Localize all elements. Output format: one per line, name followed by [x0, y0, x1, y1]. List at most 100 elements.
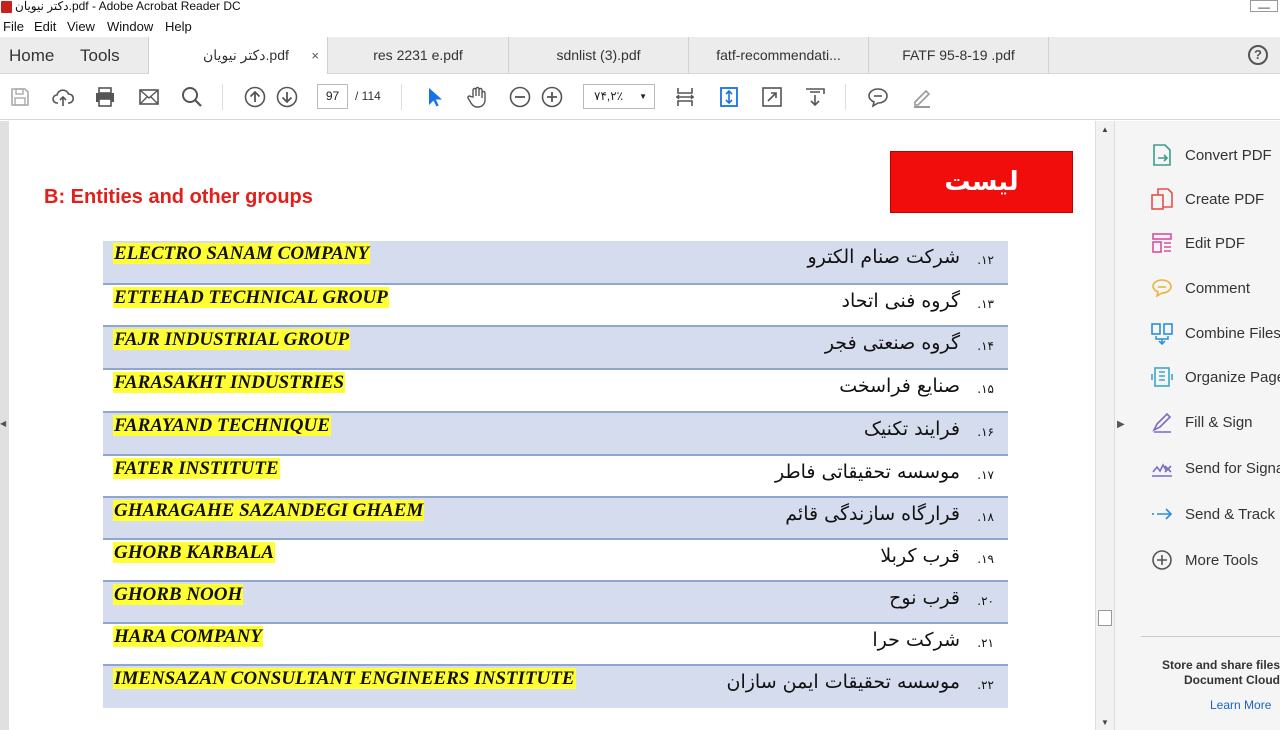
tab-fatf[interactable]: FATF 95-8-19 .pdf: [869, 37, 1049, 74]
tab-document-active[interactable]: دکتر نیویان.pdf ×: [148, 37, 328, 75]
send-signature-icon: [1151, 456, 1173, 480]
print-icon[interactable]: [93, 85, 117, 109]
tools-tab[interactable]: Tools: [80, 46, 120, 66]
row-number: ۱۲.: [977, 253, 994, 267]
table-row: FARASAKHT INDUSTRIES صنایع فراسخت ۱۵.: [103, 370, 1008, 413]
menu-view[interactable]: View: [67, 19, 95, 34]
entity-name-en: GHORB NOOH: [113, 584, 244, 605]
tab-res2231[interactable]: res 2231 e.pdf: [328, 37, 509, 74]
section-title: B: Entities and other groups: [44, 186, 313, 208]
toolbar-separator: [845, 84, 846, 110]
menu-help[interactable]: Help: [165, 19, 192, 34]
table-row: ETTEHAD TECHNICAL GROUP گروه فنی اتحاد ۱…: [103, 285, 1008, 327]
close-tab-icon[interactable]: ×: [311, 37, 319, 74]
row-number: ۱۶.: [977, 425, 994, 439]
menu-window[interactable]: Window: [107, 19, 153, 34]
combine-files-tool[interactable]: Combine Files: [1151, 319, 1280, 349]
tool-label: Combine Files: [1185, 325, 1280, 342]
convert-pdf-tool[interactable]: Convert PDF: [1151, 141, 1280, 171]
edit-pdf-tool[interactable]: Edit PDF: [1151, 229, 1280, 259]
toolbar-separator: [222, 84, 223, 110]
tab-sdnlist[interactable]: sdnlist (3).pdf: [509, 37, 689, 74]
email-icon[interactable]: [137, 85, 161, 109]
sanctions-list-banner: لیست تحریمی ۲۲۳۱: [890, 151, 1073, 257]
organize-pages-tool[interactable]: Organize Pages: [1151, 363, 1280, 393]
entity-name-fa: صنایع فراسخت: [839, 375, 960, 397]
save-icon[interactable]: [8, 85, 32, 109]
row-number: ۱۷.: [977, 468, 994, 482]
entity-name-fa: شرکت صنام الکترو: [807, 246, 960, 268]
tab-fatf-recommendations[interactable]: fatf-recommendati...: [689, 37, 869, 74]
row-number: ۲۱.: [977, 636, 994, 650]
send-track-icon: [1151, 502, 1173, 526]
full-screen-icon[interactable]: [760, 85, 784, 109]
left-panel-toggle-icon[interactable]: ◀: [0, 419, 6, 428]
table-row: GHORB KARBALA قرب کربلا ۱۹.: [103, 540, 1008, 582]
table-row: FAJR INDUSTRIAL GROUP گروه صنعتی فجر ۱۴.: [103, 327, 1008, 370]
tab-bar: Home Tools دکتر نیویان.pdf × res 2231 e.…: [0, 37, 1280, 75]
fill-sign-tool[interactable]: Fill & Sign: [1151, 408, 1280, 438]
row-number: ۱۸.: [977, 510, 994, 524]
cloud-line-2: Document Cloud: [1184, 673, 1280, 687]
entity-name-fa: قرارگاه سازندگی قائم: [785, 503, 960, 525]
tool-label: Comment: [1185, 280, 1251, 297]
entity-name-en: ETTEHAD TECHNICAL GROUP: [113, 287, 389, 308]
right-panel-collapse[interactable]: ▶: [1114, 121, 1126, 730]
entity-name-en: GHORB KARBALA: [113, 542, 275, 563]
select-cursor-icon[interactable]: [422, 85, 446, 109]
home-tab[interactable]: Home: [9, 46, 54, 66]
scroll-down-icon[interactable]: ▼: [1101, 718, 1109, 727]
read-mode-icon[interactable]: [803, 85, 827, 109]
scrollbar-thumb[interactable]: [1098, 610, 1112, 626]
menu-file[interactable]: File: [3, 19, 24, 34]
entity-name-en: IMENSAZAN CONSULTANT ENGINEERS INSTITUTE: [113, 668, 576, 689]
send-track-tool[interactable]: Send & Track: [1151, 500, 1280, 530]
entity-name-en: FATER INSTITUTE: [113, 458, 280, 479]
table-row: HARA COMPANY شرکت حرا ۲۱.: [103, 624, 1008, 666]
convert-pdf-icon: [1151, 143, 1173, 167]
comment-tool[interactable]: Comment: [1151, 274, 1280, 304]
zoom-out-icon[interactable]: [508, 85, 532, 109]
next-page-icon[interactable]: [275, 85, 299, 109]
chevron-right-icon: ▶: [1117, 419, 1125, 430]
tool-label: Create PDF: [1185, 191, 1265, 208]
entity-name-fa: گروه فنی اتحاد: [841, 290, 960, 312]
fit-page-icon[interactable]: [673, 85, 697, 109]
previous-page-icon[interactable]: [243, 85, 267, 109]
page-total: / 114: [355, 89, 381, 103]
tool-label: Edit PDF: [1185, 235, 1246, 252]
tool-label: More Tools: [1185, 552, 1259, 569]
scroll-up-icon[interactable]: ▲: [1101, 125, 1109, 134]
highlight-pen-icon[interactable]: [910, 85, 934, 109]
help-icon[interactable]: ?: [1248, 45, 1268, 65]
vertical-scrollbar[interactable]: ▲ ▼: [1095, 121, 1114, 730]
row-number: ۲۰.: [977, 594, 994, 608]
combine-files-icon: [1151, 321, 1173, 346]
document-cloud-promo: Store and share files Document Cloud: [1126, 658, 1280, 688]
search-icon[interactable]: [180, 85, 204, 109]
entity-name-fa: موسسه تحقیقاتی فاطر: [774, 461, 960, 483]
zoom-select[interactable]: ۷۴,۲٪ ▼: [583, 84, 655, 109]
entity-name-fa: موسسه تحقیقات ایمن سازان: [726, 671, 960, 693]
title-bar: دکتر نیویان.pdf - Adobe Acrobat Reader D…: [0, 0, 1280, 15]
learn-more-link[interactable]: Learn More: [1210, 698, 1271, 712]
entity-name-fa: گروه صنعتی فجر: [824, 332, 960, 354]
scroll-mode-icon[interactable]: [717, 85, 741, 109]
zoom-in-icon[interactable]: [540, 85, 564, 109]
table-row: IMENSAZAN CONSULTANT ENGINEERS INSTITUTE…: [103, 666, 1008, 708]
menu-edit[interactable]: Edit: [34, 19, 56, 34]
edit-pdf-icon: [1151, 231, 1173, 255]
entity-name-fa: قرب کربلا: [880, 545, 960, 567]
more-tools-button[interactable]: More Tools: [1151, 546, 1280, 576]
create-pdf-tool[interactable]: Create PDF: [1151, 185, 1280, 215]
upload-cloud-icon[interactable]: [51, 85, 75, 109]
minimize-button[interactable]: —: [1250, 0, 1278, 14]
page-number-input[interactable]: 97: [317, 84, 348, 109]
toolbar-separator: [401, 84, 402, 110]
comment-icon[interactable]: [866, 85, 890, 109]
row-number: ۲۲.: [977, 678, 994, 692]
hand-tool-icon[interactable]: [465, 85, 489, 109]
table-row: ELECTRO SANAM COMPANY شرکت صنام الکترو ۱…: [103, 241, 1008, 285]
entity-name-fa: قرب نوح: [889, 587, 960, 609]
send-for-signature-tool[interactable]: Send for Signature: [1151, 454, 1280, 484]
